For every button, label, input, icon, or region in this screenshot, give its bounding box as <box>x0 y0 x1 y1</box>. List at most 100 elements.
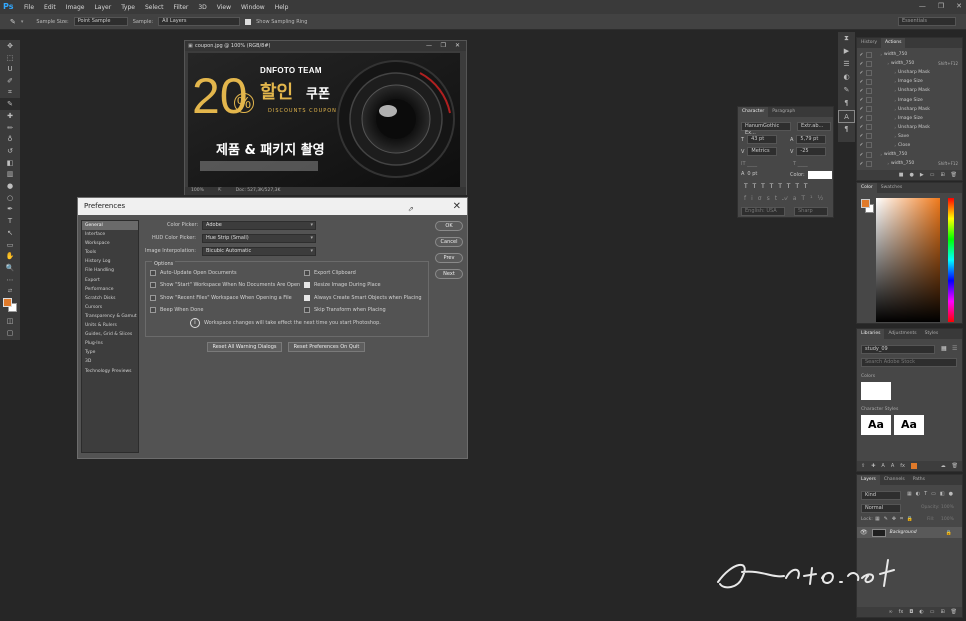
quick-select-tool-icon[interactable]: ✐ <box>0 75 20 87</box>
tool-preset-dropdown-icon[interactable]: ▾ <box>21 19 24 25</box>
category-file-handling[interactable]: File Handling <box>82 266 138 275</box>
option-row[interactable]: Auto-Update Open Documents <box>150 270 237 276</box>
menu-select[interactable]: Select <box>140 4 169 11</box>
library-trash-icon[interactable]: 🗑 <box>952 463 962 469</box>
action-row[interactable]: ✓ › width_750 <box>857 50 962 59</box>
menu-file[interactable]: File <box>19 4 39 11</box>
menu-edit[interactable]: Edit <box>39 4 61 11</box>
category-tools[interactable]: Tools <box>82 248 138 257</box>
cancel-button[interactable]: Cancel <box>435 237 463 247</box>
baseline-value[interactable]: 0 pt <box>747 171 757 177</box>
blur-tool-icon[interactable]: ● <box>0 180 20 192</box>
checkmark-icon[interactable]: ✓ <box>857 88 866 94</box>
baseline-field[interactable]: A0 pt <box>741 171 757 177</box>
dialog-toggle[interactable] <box>866 124 872 131</box>
expand-arrow-icon[interactable]: › <box>875 116 896 121</box>
option-row[interactable]: Export Clipboard <box>304 270 356 276</box>
new-action-icon[interactable]: ⊞ <box>940 172 944 178</box>
healing-brush-tool-icon[interactable]: ✚ <box>0 110 20 122</box>
new-layer-icon[interactable]: ⊞ <box>940 609 944 615</box>
filter-icons[interactable]: ▦◐T▭◧● <box>907 491 957 497</box>
zoom-level[interactable]: 100% <box>191 187 204 195</box>
marquee-tool-icon[interactable]: ⬚ <box>0 52 20 64</box>
category-history-log[interactable]: History Log <box>82 257 138 266</box>
fg-color-swatch[interactable] <box>861 199 870 208</box>
delete-layer-icon[interactable]: 🗑 <box>951 609 957 615</box>
category-workspace[interactable]: Workspace <box>82 239 138 248</box>
tab-layers[interactable]: Layers <box>857 475 880 485</box>
tab-character[interactable]: Character <box>738 107 769 117</box>
doc-minimize-icon[interactable]: — <box>426 41 432 51</box>
dialog-toggle[interactable] <box>866 78 872 85</box>
color-picker-select[interactable]: Adobe ▾ <box>202 221 316 230</box>
rectangle-tool-icon[interactable]: ▭ <box>0 239 20 251</box>
category-export[interactable]: Export <box>82 276 138 285</box>
type-tool-icon[interactable]: T <box>0 215 20 227</box>
leading-field[interactable]: A 5,79 pt <box>790 135 827 144</box>
tab-swatches[interactable]: Swatches <box>877 183 907 193</box>
next-button[interactable]: Next <box>435 269 463 279</box>
trash-icon[interactable]: 🗑 <box>951 172 957 178</box>
category-units-rulers[interactable]: Units & Rulers <box>82 321 138 330</box>
layer-row-background[interactable]: 👁 Background 🔒 <box>857 527 962 538</box>
leading-value[interactable]: 5,79 pt <box>796 135 827 144</box>
workspace-switcher[interactable]: Essentials <box>898 17 956 26</box>
minimize-button[interactable]: — <box>919 2 926 10</box>
new-group-icon[interactable]: ▭ <box>930 609 935 615</box>
library-select[interactable]: study_09 <box>861 345 935 354</box>
category-scratch-disks[interactable]: Scratch Disks <box>82 294 138 303</box>
text-color-swatch[interactable] <box>807 171 832 179</box>
option-row[interactable]: Show "Recent Files" Workspace When Openi… <box>150 294 292 301</box>
lasso-tool-icon[interactable]: ᑌ <box>0 63 20 75</box>
font-size-field[interactable]: T 43 pt <box>741 135 778 144</box>
category-cursors[interactable]: Cursors <box>82 303 138 312</box>
char-style-1[interactable]: Aa <box>861 415 891 435</box>
add-graphic-icon[interactable]: ✚ <box>871 463 875 469</box>
option-row[interactable]: Always Create Smart Objects when Placing <box>304 294 422 301</box>
category-type[interactable]: Type <box>82 348 138 357</box>
reset-preferences-button[interactable]: Reset Preferences On Quit <box>288 342 365 352</box>
menu-view[interactable]: View <box>212 4 236 11</box>
brush-panel-icon[interactable]: ✎ <box>838 84 855 97</box>
category-performance[interactable]: Performance <box>82 285 138 294</box>
antialias-select[interactable]: Sharp <box>794 207 828 216</box>
dialog-toggle[interactable] <box>866 106 872 113</box>
expand-arrow-icon[interactable]: › <box>875 70 896 75</box>
fx-icon[interactable]: fx <box>900 463 905 469</box>
search-stock-input[interactable]: Search Adobe Stock <box>861 358 957 367</box>
sample-select[interactable]: All Layers <box>158 17 241 26</box>
doc-close-icon[interactable]: ✕ <box>455 41 460 51</box>
image-interpolation-select[interactable]: Bicubic Automatic ▾ <box>202 247 316 256</box>
add-layer-style-icon[interactable]: A <box>891 463 894 469</box>
option-checkbox[interactable] <box>150 282 156 289</box>
history-brush-tool-icon[interactable]: ↺ <box>0 145 20 157</box>
fill-value[interactable]: 100% <box>941 517 954 522</box>
dialog-toggle[interactable] <box>866 151 872 158</box>
action-row[interactable]: ✓ › Image Size <box>857 95 962 104</box>
menu-window[interactable]: Window <box>236 4 270 11</box>
expand-arrow-icon[interactable]: › <box>875 152 882 157</box>
tab-history[interactable]: History <box>857 38 881 48</box>
option-checkbox[interactable] <box>150 306 156 313</box>
action-row[interactable]: ✓ › Image Size <box>857 114 962 123</box>
tab-paragraph[interactable]: Paragraph <box>768 107 799 117</box>
swap-colors-icon[interactable]: ⇄ <box>0 285 20 297</box>
menu-image[interactable]: Image <box>61 4 90 11</box>
expand-arrow-icon[interactable]: › <box>875 61 889 66</box>
history-panel-icon[interactable]: ⧗ <box>838 32 855 45</box>
tab-channels[interactable]: Channels <box>880 475 909 485</box>
hand-tool-icon[interactable]: ✋ <box>0 250 20 262</box>
checkmark-icon[interactable]: ✓ <box>857 106 866 112</box>
list-view-icon[interactable]: ☰ <box>952 345 957 352</box>
kerning-field[interactable]: V Metrics <box>741 147 778 156</box>
checkmark-icon[interactable]: ✓ <box>857 133 866 139</box>
layer-fx-icon[interactable]: fx <box>899 609 904 615</box>
sampling-ring-checkbox[interactable] <box>245 18 252 25</box>
checkmark-icon[interactable]: ✓ <box>857 161 866 167</box>
option-checkbox[interactable] <box>304 306 310 313</box>
category-plug-ins[interactable]: Plug-Ins <box>82 339 138 348</box>
dodge-tool-icon[interactable]: ○ <box>0 192 20 204</box>
paragraph-panel-icon[interactable]: ¶ <box>838 97 855 110</box>
checkmark-icon[interactable]: ✓ <box>857 152 866 158</box>
brush-tool-icon[interactable]: ✏ <box>0 122 20 134</box>
